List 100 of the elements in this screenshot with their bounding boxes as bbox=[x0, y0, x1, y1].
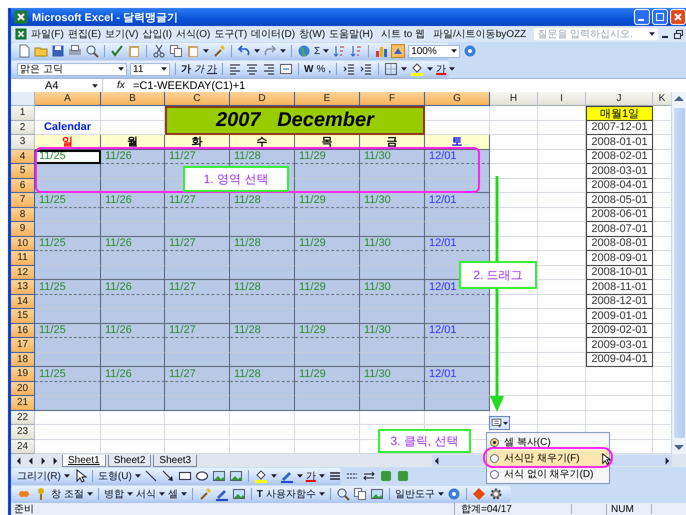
callout-label: 2. 드래그 bbox=[459, 261, 537, 289]
column-header[interactable]: G bbox=[425, 92, 490, 106]
menu-item[interactable]: 서식(O) bbox=[176, 27, 210, 41]
menu-item[interactable]: 셀 복사(C) bbox=[487, 434, 609, 450]
menu-item[interactable]: 시트 to 웹 bbox=[381, 27, 425, 41]
date-cell: 11/26 bbox=[101, 324, 165, 338]
toolbar-button[interactable]: 가 bbox=[436, 62, 446, 76]
toolbar-button[interactable]: 병합 bbox=[104, 487, 124, 501]
date-cell: 11/30 bbox=[360, 324, 425, 338]
insert-function-button[interactable]: fx bbox=[117, 80, 131, 91]
row-header[interactable]: 3 bbox=[11, 135, 35, 150]
menu-item[interactable]: 서식 없이 채우기(D) bbox=[487, 466, 609, 482]
toolbar-button[interactable]: % bbox=[316, 64, 326, 74]
toolbar-button[interactable]: W bbox=[304, 64, 314, 74]
toolbar-button[interactable]: 가 bbox=[306, 469, 316, 483]
callout-label: 3. 클릭, 선택 bbox=[378, 429, 471, 453]
menu-item[interactable]: 파일(F) bbox=[31, 27, 64, 41]
column-header[interactable]: E bbox=[295, 92, 360, 106]
row-header[interactable]: 24 bbox=[11, 440, 35, 454]
status-text: 준비 bbox=[14, 503, 35, 515]
menu-item[interactable]: 창(W) bbox=[299, 27, 326, 41]
date-cell: 11/29 bbox=[295, 150, 360, 164]
table-cell: 2009-03-01 bbox=[586, 338, 653, 352]
toolbar-button[interactable]: 그리기(R) bbox=[17, 469, 61, 483]
row-header[interactable]: 11 bbox=[11, 251, 35, 266]
row-header[interactable]: 8 bbox=[11, 208, 35, 222]
toolbar-button[interactable]: , bbox=[328, 64, 332, 74]
date-cell: 11/29 bbox=[295, 324, 360, 338]
toolbar-button[interactable]: 가 bbox=[194, 62, 204, 76]
column-title-cell: 매월1일 bbox=[586, 106, 653, 120]
row-header[interactable]: 12 bbox=[11, 266, 35, 280]
row-header[interactable]: 4 bbox=[11, 150, 35, 164]
column-header[interactable]: D bbox=[230, 92, 295, 106]
row-header[interactable]: 22 bbox=[11, 410, 35, 425]
toolbar-button[interactable]: 서식 bbox=[136, 487, 156, 501]
row-header[interactable]: 1 bbox=[11, 106, 35, 120]
row-header[interactable]: 7 bbox=[11, 193, 35, 208]
row-header[interactable]: 23 bbox=[11, 425, 35, 440]
row-header[interactable]: 6 bbox=[11, 178, 35, 193]
row-header[interactable]: 19 bbox=[11, 367, 35, 382]
date-cell: 12/01 bbox=[425, 150, 490, 164]
menu-item[interactable]: 도움말(H) bbox=[329, 27, 374, 41]
menu-item[interactable]: 데이터(D) bbox=[251, 27, 296, 41]
menu-item[interactable]: 도구(T) bbox=[214, 27, 248, 41]
zoom-field[interactable]: 100% bbox=[408, 44, 460, 58]
window-title: Microsoft Excel - 달력맹글기 bbox=[32, 10, 178, 24]
column-header[interactable]: F bbox=[360, 92, 425, 106]
column-header[interactable]: J bbox=[586, 92, 653, 106]
row-header[interactable]: 9 bbox=[11, 222, 35, 236]
row-header[interactable]: 16 bbox=[11, 324, 35, 338]
toolbar-button[interactable]: 사용자함수 bbox=[266, 487, 316, 501]
sheet-tab[interactable]: Sheet2 bbox=[108, 454, 152, 466]
font-size-field[interactable]: 11 bbox=[130, 62, 170, 76]
date-cell: 11/27 bbox=[165, 236, 230, 251]
row-header[interactable]: 10 bbox=[11, 236, 35, 251]
toolbar-button[interactable]: 일반도구 bbox=[394, 487, 435, 501]
toolbar-button[interactable]: 가 bbox=[207, 62, 217, 76]
date-cell: 11/30 bbox=[360, 280, 425, 294]
column-header[interactable]: I bbox=[538, 92, 586, 106]
row-header[interactable]: 15 bbox=[11, 309, 35, 324]
sheet-tab[interactable]: Sheet3 bbox=[153, 454, 198, 466]
column-header[interactable]: K bbox=[653, 92, 671, 106]
menu-item[interactable]: 보기(V) bbox=[105, 27, 138, 41]
table-cell: 2008-03-01 bbox=[586, 164, 653, 178]
row-header[interactable]: 14 bbox=[11, 294, 35, 309]
table-cell: 2008-05-01 bbox=[586, 193, 653, 208]
menu-item[interactable]: 서식만 채우기(F) bbox=[487, 450, 609, 466]
menu-item[interactable]: 삽입(I) bbox=[142, 27, 172, 41]
column-header[interactable]: C bbox=[165, 92, 230, 106]
toolbar-button[interactable]: 도형(U) bbox=[98, 469, 132, 483]
sheet-tab[interactable]: Sheet1 bbox=[62, 454, 106, 466]
date-cell: 11/27 bbox=[165, 150, 230, 164]
toolbar-button[interactable]: T bbox=[256, 488, 263, 500]
toolbar-button[interactable]: 셀 bbox=[168, 487, 178, 501]
row-header[interactable]: 21 bbox=[11, 396, 35, 410]
date-cell: 11/25 bbox=[35, 324, 101, 338]
toolbar-button[interactable]: Σ bbox=[314, 46, 320, 56]
date-cell: 11/28 bbox=[230, 150, 295, 164]
date-cell: 11/29 bbox=[295, 280, 360, 294]
menu-item[interactable]: 파일/시트이동byOZZ bbox=[432, 27, 526, 41]
row-header[interactable]: 18 bbox=[11, 352, 35, 367]
column-header[interactable]: H bbox=[490, 92, 538, 106]
row-header[interactable]: 5 bbox=[11, 164, 35, 178]
font-field[interactable]: 맑은 고딕 bbox=[17, 62, 127, 76]
toolbar-button[interactable]: 창 조절 bbox=[51, 487, 84, 501]
table-cell: 2008-06-01 bbox=[586, 208, 653, 222]
date-cell: 11/26 bbox=[101, 280, 165, 294]
date-cell: 11/28 bbox=[230, 193, 295, 208]
row-header[interactable]: 13 bbox=[11, 280, 35, 294]
menu-item[interactable]: 편집(E) bbox=[68, 27, 102, 41]
row-header[interactable]: 17 bbox=[11, 338, 35, 352]
row-header[interactable]: 20 bbox=[11, 382, 35, 396]
row-header[interactable]: 2 bbox=[11, 120, 35, 135]
date-cell: 11/26 bbox=[101, 193, 165, 208]
formula-field[interactable]: =C1-WEEKDAY(C1)+1 bbox=[131, 80, 246, 92]
toolbar-button[interactable]: 가 bbox=[181, 62, 191, 76]
date-cell: 11/28 bbox=[230, 367, 295, 382]
date-cell: 11/30 bbox=[360, 150, 425, 164]
column-header[interactable]: B bbox=[101, 92, 165, 106]
column-header[interactable]: A bbox=[35, 92, 101, 106]
